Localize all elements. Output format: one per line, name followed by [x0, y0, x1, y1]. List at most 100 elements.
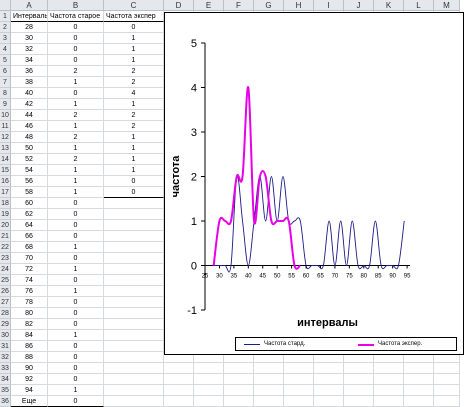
empty-cell[interactable]	[344, 374, 374, 385]
column-header-c[interactable]: C	[104, 0, 164, 11]
table-cell[interactable]: 1	[48, 99, 104, 110]
row-header[interactable]: 23	[0, 253, 11, 264]
empty-cell[interactable]	[374, 363, 404, 374]
empty-cell[interactable]	[254, 396, 284, 407]
row-header[interactable]: 33	[0, 363, 11, 374]
table-cell[interactable]: 1	[104, 99, 164, 110]
row-header[interactable]: 25	[0, 275, 11, 286]
table-cell[interactable]: 0	[48, 231, 104, 242]
table-cell[interactable]	[104, 352, 164, 363]
empty-cell[interactable]	[344, 396, 374, 407]
row-header[interactable]: 11	[0, 121, 11, 132]
row-header[interactable]: 29	[0, 319, 11, 330]
row-header[interactable]: 9	[0, 99, 11, 110]
row-header[interactable]: 26	[0, 286, 11, 297]
empty-cell[interactable]	[434, 374, 460, 385]
table-cell[interactable]: 28	[11, 22, 48, 33]
empty-cell[interactable]	[374, 385, 404, 396]
table-cell[interactable]: 0	[104, 22, 164, 33]
table-cell[interactable]: 34	[11, 55, 48, 66]
table-cell[interactable]	[104, 264, 164, 275]
empty-cell[interactable]	[284, 374, 314, 385]
table-cell[interactable]: 1	[48, 176, 104, 187]
table-cell[interactable]: 0	[48, 374, 104, 385]
table-cell[interactable]: 62	[11, 209, 48, 220]
table-cell[interactable]: 78	[11, 297, 48, 308]
table-cell[interactable]	[104, 242, 164, 253]
table-cell[interactable]	[104, 330, 164, 341]
table-cell[interactable]	[104, 209, 164, 220]
column-header-e[interactable]: E	[194, 0, 224, 11]
empty-cell[interactable]	[404, 385, 434, 396]
empty-cell[interactable]	[404, 374, 434, 385]
empty-cell[interactable]	[314, 363, 344, 374]
table-cell[interactable]: 1	[104, 132, 164, 143]
row-header[interactable]: 12	[0, 132, 11, 143]
table-cell[interactable]	[104, 385, 164, 396]
table-cell[interactable]: 2	[104, 77, 164, 88]
table-cell[interactable]: 38	[11, 77, 48, 88]
table-cell[interactable]: 2	[104, 66, 164, 77]
row-header[interactable]: 19	[0, 209, 11, 220]
table-cell[interactable]: 0	[48, 297, 104, 308]
table-cell[interactable]: 76	[11, 286, 48, 297]
row-header[interactable]: 8	[0, 88, 11, 99]
empty-cell[interactable]	[314, 374, 344, 385]
table-cell[interactable]	[104, 253, 164, 264]
column-header-j[interactable]: J	[344, 0, 374, 11]
table-cell[interactable]: 0	[48, 220, 104, 231]
table-cell[interactable]	[104, 286, 164, 297]
empty-cell[interactable]	[344, 363, 374, 374]
table-cell[interactable]: 72	[11, 264, 48, 275]
table-cell[interactable]: 82	[11, 319, 48, 330]
table-cell[interactable]	[104, 198, 164, 209]
table-cell[interactable]: 32	[11, 44, 48, 55]
table-cell[interactable]	[104, 374, 164, 385]
table-cell[interactable]	[104, 220, 164, 231]
table-cell[interactable]: 44	[11, 110, 48, 121]
table-cell[interactable]: 58	[11, 187, 48, 198]
table-cell[interactable]: 1	[48, 165, 104, 176]
header-cell[interactable]: Частота экспер	[104, 11, 164, 22]
row-header[interactable]: 16	[0, 176, 11, 187]
table-cell[interactable]: 92	[11, 374, 48, 385]
table-cell[interactable]	[104, 275, 164, 286]
table-cell[interactable]: 68	[11, 242, 48, 253]
empty-cell[interactable]	[254, 363, 284, 374]
table-cell[interactable]: 0	[104, 176, 164, 187]
chart-legend[interactable]: Частота стард. Частота экспер.	[235, 337, 457, 351]
table-cell[interactable]: 1	[48, 286, 104, 297]
table-cell[interactable]	[104, 341, 164, 352]
table-cell[interactable]: 90	[11, 363, 48, 374]
empty-cell[interactable]	[164, 385, 194, 396]
table-cell[interactable]	[104, 297, 164, 308]
row-header[interactable]: 36	[0, 396, 11, 407]
row-header[interactable]: 35	[0, 385, 11, 396]
empty-cell[interactable]	[404, 396, 434, 407]
row-header[interactable]: 4	[0, 44, 11, 55]
empty-cell[interactable]	[284, 385, 314, 396]
table-cell[interactable]: 0	[48, 308, 104, 319]
column-header-l[interactable]: L	[404, 0, 434, 11]
table-cell[interactable]: 60	[11, 198, 48, 209]
table-cell[interactable]: 80	[11, 308, 48, 319]
empty-cell[interactable]	[194, 385, 224, 396]
table-cell[interactable]: 0	[48, 22, 104, 33]
row-header[interactable]: 24	[0, 264, 11, 275]
column-header-k[interactable]: K	[374, 0, 404, 11]
table-cell[interactable]: 2	[48, 66, 104, 77]
row-header[interactable]: 34	[0, 374, 11, 385]
table-cell[interactable]	[104, 363, 164, 374]
row-header[interactable]: 15	[0, 165, 11, 176]
column-header-f[interactable]: F	[224, 0, 254, 11]
table-cell[interactable]	[104, 396, 164, 407]
empty-cell[interactable]	[434, 385, 460, 396]
empty-cell[interactable]	[404, 363, 434, 374]
table-cell[interactable]: 0	[48, 198, 104, 209]
empty-cell[interactable]	[224, 385, 254, 396]
table-cell[interactable]: 1	[48, 264, 104, 275]
row-header[interactable]: 10	[0, 110, 11, 121]
table-cell[interactable]: 66	[11, 231, 48, 242]
table-cell[interactable]: 1	[104, 44, 164, 55]
row-header[interactable]: 27	[0, 297, 11, 308]
